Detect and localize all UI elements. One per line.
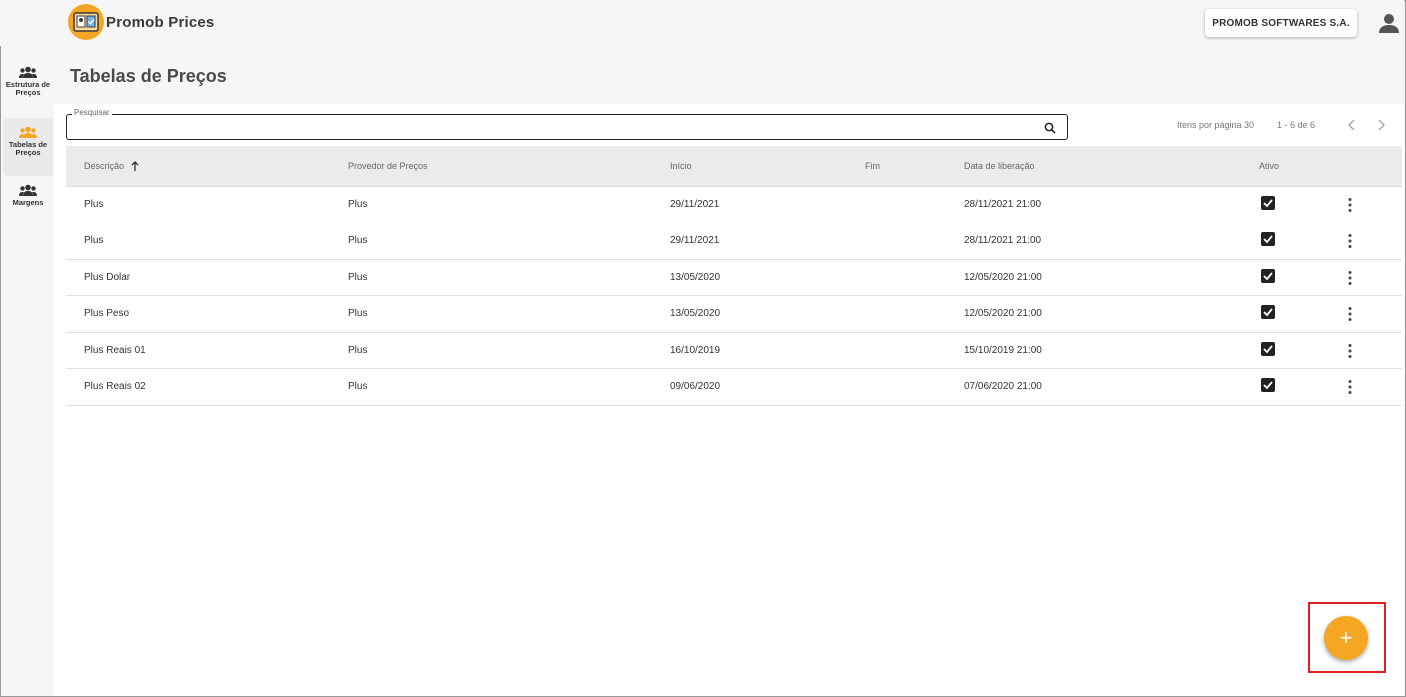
cell-provedor: Plus — [348, 344, 368, 356]
active-checkbox[interactable] — [1261, 232, 1275, 247]
sidebar: Estrutura de Preços Tabelas de Preços Ma… — [1, 46, 53, 696]
page-range: 1 - 6 de 6 — [1277, 120, 1316, 130]
header-provedor[interactable]: Provedor de Preços — [348, 161, 428, 171]
app-logo-icon — [68, 4, 104, 40]
active-checkbox[interactable] — [1261, 196, 1275, 210]
cell-descricao: Plus Peso — [84, 308, 130, 320]
cell-liberacao: 07/06/2020 21:00 — [964, 381, 1042, 392]
chevron-right-icon[interactable] — [1374, 118, 1388, 132]
search-label: Pesquisar — [72, 108, 112, 117]
group-icon — [19, 66, 37, 78]
table-row[interactable]: Plus Reais 02 Plus 09/06/2020 07/06/2020 21… — [66, 369, 1402, 406]
table-row[interactable]: Plus Dolar Plus 13/05/2020 12/05/2020 21:00 — [66, 259, 1402, 297]
active-checkbox[interactable] — [1261, 378, 1275, 392]
cell-liberacao: 12/05/2020 21:00 — [964, 308, 1042, 320]
cell-descricao: Plus Reais 02 — [84, 381, 146, 392]
cell-descricao: Plus — [84, 199, 104, 210]
more-vert-icon[interactable] — [1348, 343, 1352, 359]
sidebar-item-estrutura[interactable]: Estrutura de Preços — [3, 58, 53, 116]
items-per-page[interactable]: Itens por página 30 — [1177, 120, 1254, 130]
cell-provedor: Plus — [348, 308, 368, 320]
table-row[interactable]: Plus Plus 29/11/2021 28/11/2021 21:00 — [66, 187, 1402, 224]
cell-liberacao: 12/05/2020 21:00 — [964, 271, 1042, 283]
table-header: Descrição Provedor de Preços Início Fim … — [66, 146, 1402, 187]
sidebar-item-tabelas[interactable]: Tabelas de Preços — [3, 118, 53, 176]
cell-inicio: 29/11/2021 — [670, 199, 720, 210]
cell-inicio: 13/05/2020 — [670, 271, 721, 283]
active-checkbox[interactable] — [1261, 305, 1275, 320]
arrow-up-icon — [131, 161, 138, 171]
account-icon[interactable] — [1378, 12, 1400, 34]
header-descricao[interactable]: Descrição — [84, 161, 139, 171]
sidebar-item-margens[interactable]: Margens — [3, 176, 53, 234]
cell-liberacao: 28/11/2021 21:00 — [964, 235, 1042, 247]
table-row[interactable]: Plus Reais 01 Plus 16/10/2019 15/10/2019 21… — [66, 332, 1402, 370]
cell-inicio: 16/10/2019 — [670, 344, 721, 356]
search-input[interactable] — [66, 114, 1068, 140]
app-title: Promob Prices — [106, 14, 215, 31]
group-icon — [19, 126, 37, 138]
cell-descricao: Plus Reais 01 — [84, 344, 146, 356]
header-inicio[interactable]: Início — [670, 161, 692, 171]
sidebar-item-label: Tabelas de Preços — [8, 140, 48, 157]
table-row[interactable]: Plus Peso Plus 13/05/2020 12/05/2020 21:00 — [66, 296, 1402, 333]
page-title: Tabelas de Preços — [70, 66, 227, 86]
active-checkbox[interactable] — [1261, 268, 1275, 283]
highlight-annotation — [1308, 602, 1386, 673]
cell-provedor: Plus — [348, 235, 368, 247]
company-button[interactable]: PROMOB SOFTWARES S.A. — [1205, 9, 1357, 37]
more-vert-icon[interactable] — [1348, 270, 1352, 286]
more-vert-icon[interactable] — [1348, 233, 1352, 249]
search-icon[interactable] — [1044, 122, 1056, 134]
sidebar-item-label: Estrutura de Preços — [5, 80, 51, 97]
cell-provedor: Plus — [348, 271, 368, 283]
cell-inicio: 13/05/2020 — [670, 308, 721, 320]
header-liberacao[interactable]: Data de liberação — [964, 161, 1035, 171]
more-vert-icon[interactable] — [1348, 306, 1352, 322]
cell-inicio: 09/06/2020 — [670, 381, 721, 392]
active-checkbox[interactable] — [1261, 341, 1275, 356]
header-fim[interactable]: Fim — [865, 161, 880, 171]
header-ativo[interactable]: Ativo — [1259, 161, 1279, 171]
chevron-left-icon[interactable] — [1345, 118, 1359, 132]
page-header — [54, 46, 1404, 104]
sidebar-item-label: Margens — [12, 198, 44, 207]
cell-descricao: Plus Dolar — [84, 271, 131, 283]
cell-provedor: Plus — [348, 199, 368, 210]
more-vert-icon[interactable] — [1348, 379, 1352, 395]
more-vert-icon[interactable] — [1348, 197, 1352, 213]
cell-inicio: 29/11/2021 — [670, 235, 720, 247]
table-row[interactable]: Plus Plus 29/11/2021 28/11/2021 21:00 — [66, 223, 1402, 260]
cell-provedor: Plus — [348, 381, 368, 392]
cell-liberacao: 15/10/2019 21:00 — [964, 344, 1042, 356]
top-bar: Promob Prices PROMOB SOFTWARES S.A. — [0, 0, 1404, 46]
cell-liberacao: 28/11/2021 21:00 — [964, 199, 1042, 210]
cell-descricao: Plus — [84, 235, 104, 247]
group-icon — [19, 184, 37, 196]
